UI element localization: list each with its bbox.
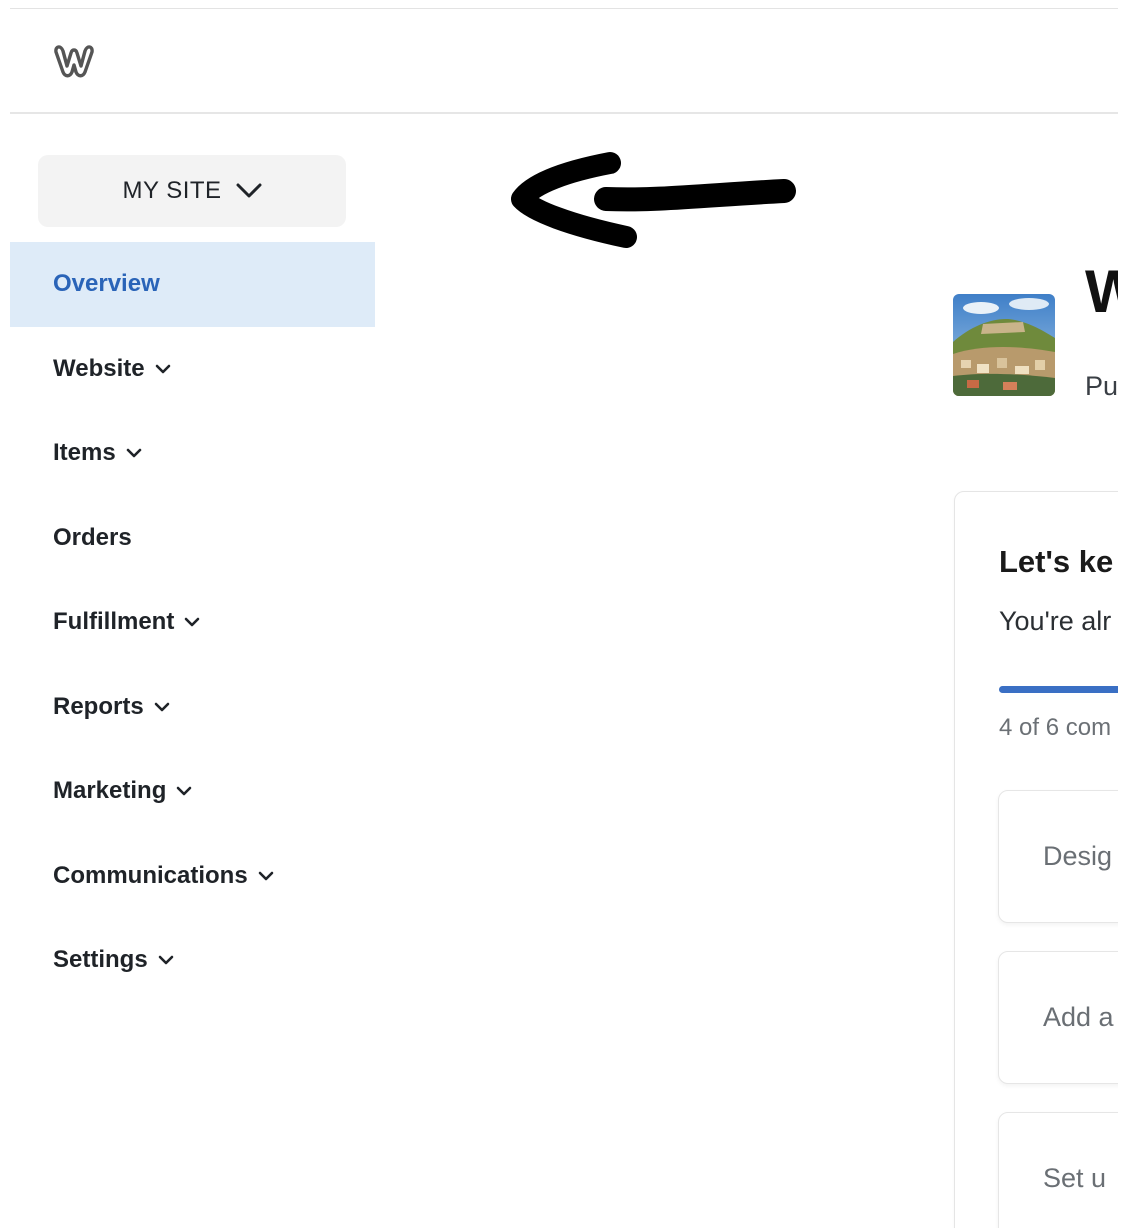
chevron-down-icon: [258, 871, 274, 881]
setup-progress-fill: [999, 686, 1118, 693]
sidebar-item-items[interactable]: Items: [10, 411, 375, 496]
my-site-label: MY SITE: [122, 177, 222, 204]
chevron-down-icon: [154, 702, 170, 712]
sidebar-item-label: Fulfillment: [53, 608, 175, 636]
setup-task-add[interactable]: Add a: [998, 951, 1118, 1084]
setup-task-setup[interactable]: Set u: [998, 1112, 1118, 1228]
app-window: MY SITE Overview Website Items Orders Fu…: [10, 8, 1118, 1228]
sidebar-item-orders[interactable]: Orders: [10, 496, 375, 581]
setup-task-label: Set u: [1043, 1163, 1107, 1193]
sidebar-item-settings[interactable]: Settings: [10, 918, 375, 1003]
chevron-down-icon: [236, 183, 262, 198]
setup-task-label: Desig: [1043, 841, 1113, 871]
setup-task-label: Add a: [1043, 1002, 1114, 1032]
site-thumbnail[interactable]: [953, 294, 1055, 396]
sidebar-item-fulfillment[interactable]: Fulfillment: [10, 580, 375, 665]
chevron-down-icon: [184, 617, 200, 627]
setup-checklist-card: Let's ke You're alr 4 of 6 com Desig Add…: [954, 491, 1118, 1228]
sidebar-item-label: Website: [53, 354, 145, 382]
chevron-down-icon: [126, 448, 142, 458]
my-site-dropdown-button[interactable]: MY SITE: [38, 155, 346, 227]
sidebar-item-label: Orders: [53, 523, 132, 551]
hand-drawn-arrow-annotation: [511, 152, 796, 248]
setup-progress-bar: [999, 686, 1118, 693]
setup-subtitle: You're alr: [999, 606, 1112, 636]
sidebar-item-label: Marketing: [53, 777, 167, 805]
sidebar-item-label: Communications: [53, 861, 248, 889]
sidebar-item-label: Reports: [53, 692, 144, 720]
weebly-logo-icon[interactable]: [52, 43, 96, 79]
setup-task-design[interactable]: Desig: [998, 790, 1118, 923]
site-title: W: [1085, 257, 1118, 326]
chevron-down-icon: [155, 364, 171, 374]
sidebar-item-label: Settings: [53, 946, 148, 974]
sidebar-item-label: Items: [53, 439, 116, 467]
sidebar-item-marketing[interactable]: Marketing: [10, 749, 375, 834]
chevron-down-icon: [158, 955, 174, 965]
sidebar-item-website[interactable]: Website: [10, 327, 375, 412]
setup-progress-text: 4 of 6 com: [999, 714, 1112, 741]
sidebar-item-label: Overview: [53, 270, 160, 298]
sidebar-item-overview[interactable]: Overview: [10, 242, 375, 327]
chevron-down-icon: [176, 786, 192, 796]
sidebar-item-communications[interactable]: Communications: [10, 834, 375, 919]
site-status: Pu: [1085, 371, 1118, 401]
top-bar: [10, 9, 1118, 114]
sidebar-item-reports[interactable]: Reports: [10, 665, 375, 750]
sidebar-nav: Overview Website Items Orders Fulfillmen…: [10, 242, 375, 1003]
setup-title: Let's ke: [999, 544, 1114, 579]
